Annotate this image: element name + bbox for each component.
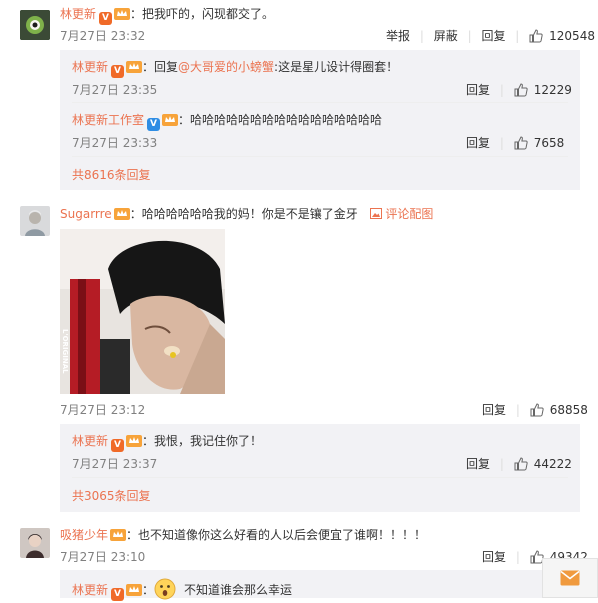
comment-time: 7月27日 23:32 (60, 29, 146, 43)
reply-button[interactable]: 回复 (482, 550, 506, 564)
thumbs-up-icon (530, 403, 544, 417)
like-count: 7658 (533, 136, 565, 150)
envelope-icon (560, 570, 580, 586)
thumbs-up-icon (529, 29, 543, 43)
reply-body: 林更新 V：不知道谁会那么幸运 (72, 578, 292, 603)
avatar[interactable] (20, 10, 50, 40)
reply-button[interactable]: 回复 (466, 83, 490, 97)
reply-time: 7月27日 23:37 (72, 457, 158, 471)
like-button[interactable]: 68858 (530, 403, 588, 417)
username-link[interactable]: Sugarrre (60, 207, 112, 221)
verified-blue-icon: V (147, 118, 161, 131)
comment-text: ：也不知道像你这么好看的人以后会便宜了谁啊！！！！ (126, 528, 427, 542)
username-link[interactable]: 吸猪少年 (60, 528, 108, 542)
reply-text: ：哈哈哈哈哈哈哈哈哈哈哈哈哈哈哈哈 (178, 113, 383, 127)
reply-text: ：我恨，我记住你了！ (142, 434, 263, 448)
comment-body: 林更新 V ：把我吓的，闪现都交了。 (60, 5, 274, 25)
like-button[interactable]: 44222 (514, 457, 572, 471)
image-icon (369, 208, 382, 219)
message-float-button[interactable] (542, 558, 598, 598)
reply-actions: 回复 | 12229 (466, 83, 572, 97)
like-button[interactable]: 7658 (514, 136, 565, 150)
like-count: 68858 (549, 403, 588, 417)
verified-icon: V (111, 65, 125, 78)
reply-time: 7月27日 23:33 (72, 136, 158, 150)
photo-caption: L'ORIGINAL (61, 329, 69, 374)
member-crown-icon (110, 528, 127, 541)
comment-actions: 回复 | 68858 (482, 403, 588, 417)
reply-button[interactable]: 回复 (482, 403, 506, 417)
comment-photo[interactable]: L'ORIGINAL (60, 229, 225, 394)
username-link[interactable]: 林更新 (72, 434, 108, 448)
member-crown-icon (162, 113, 179, 126)
divider (72, 477, 568, 478)
comment-text: ：把我吓的，闪现都交了。 (130, 7, 275, 21)
comment-time: 7月27日 23:12 (60, 403, 146, 417)
more-replies-link[interactable]: 共3065条回复 (72, 487, 151, 504)
mention-link[interactable]: @大哥爱的小螃蟹 (178, 60, 274, 74)
member-crown-icon (114, 7, 131, 20)
thumbs-up-icon (514, 83, 528, 97)
comment-image-label: 评论配图 (385, 207, 434, 221)
avatar-image (20, 206, 50, 236)
thumbs-up-icon (514, 136, 528, 150)
reply-time: 7月27日 23:35 (72, 83, 158, 97)
comment-actions: 举报 | 屏蔽 | 回复 | 120548 (386, 29, 595, 43)
more-replies-link[interactable]: 共8616条回复 (72, 166, 151, 183)
like-button[interactable]: 12229 (514, 83, 572, 97)
reply-actions: 回复 | 7658 (466, 136, 565, 150)
username-link[interactable]: 林更新工作室 (72, 113, 144, 127)
reply-text: ：回复 (142, 60, 179, 74)
reply-text: 不知道谁会那么幸运 (184, 583, 293, 597)
reply-actions: 回复 | 44222 (466, 457, 572, 471)
reply-text-suffix: :这是星儿设计得圈套！ (274, 60, 399, 74)
verified-icon: V (111, 588, 125, 601)
like-count: 44222 (533, 457, 572, 471)
member-crown-icon (126, 60, 143, 73)
avatar-image (20, 528, 50, 558)
username-link[interactable]: 林更新 (60, 7, 96, 21)
comment-body: Sugarrre ：哈哈哈哈哈哈我的妈！你是不是镶了金牙 评论配图 (60, 205, 433, 222)
surprised-emoji-icon (154, 578, 176, 603)
photo-image (60, 229, 225, 394)
reply-button[interactable]: 回复 (466, 457, 490, 471)
reply-body: 林更新 V ：我恨，我记住你了！ (72, 432, 262, 452)
member-crown-icon (126, 583, 143, 596)
member-crown-icon (113, 207, 130, 220)
comment-image-link[interactable]: 评论配图 (369, 207, 434, 221)
reply-body: 林更新工作室 V ：哈哈哈哈哈哈哈哈哈哈哈哈哈哈哈哈 (72, 111, 382, 131)
comment-time: 7月27日 23:10 (60, 550, 146, 564)
reply-body: 林更新 V ：回复@大哥爱的小螃蟹:这是星儿设计得圈套！ (72, 58, 398, 78)
comment-body: 吸猪少年 ：也不知道像你这么好看的人以后会便宜了谁啊！！！！ (60, 526, 426, 543)
like-button[interactable]: 120548 (529, 29, 595, 43)
avatar[interactable] (20, 206, 50, 236)
verified-icon: V (99, 12, 113, 25)
member-crown-icon (126, 434, 143, 447)
reply-button[interactable]: 回复 (466, 136, 490, 150)
like-count: 12229 (533, 83, 572, 97)
report-button[interactable]: 举报 (386, 29, 410, 43)
reply-button[interactable]: 回复 (481, 29, 505, 43)
verified-icon: V (111, 439, 125, 452)
comment-text: ：哈哈哈哈哈哈我的妈！你是不是镶了金牙 (129, 207, 358, 221)
divider (72, 102, 568, 103)
block-button[interactable]: 屏蔽 (434, 29, 458, 43)
username-link[interactable]: 林更新 (72, 60, 108, 74)
thumbs-up-icon (514, 457, 528, 471)
username-link[interactable]: 林更新 (72, 583, 108, 597)
avatar-image (20, 10, 50, 40)
divider (72, 156, 568, 157)
like-count: 120548 (549, 29, 595, 43)
avatar[interactable] (20, 528, 50, 558)
